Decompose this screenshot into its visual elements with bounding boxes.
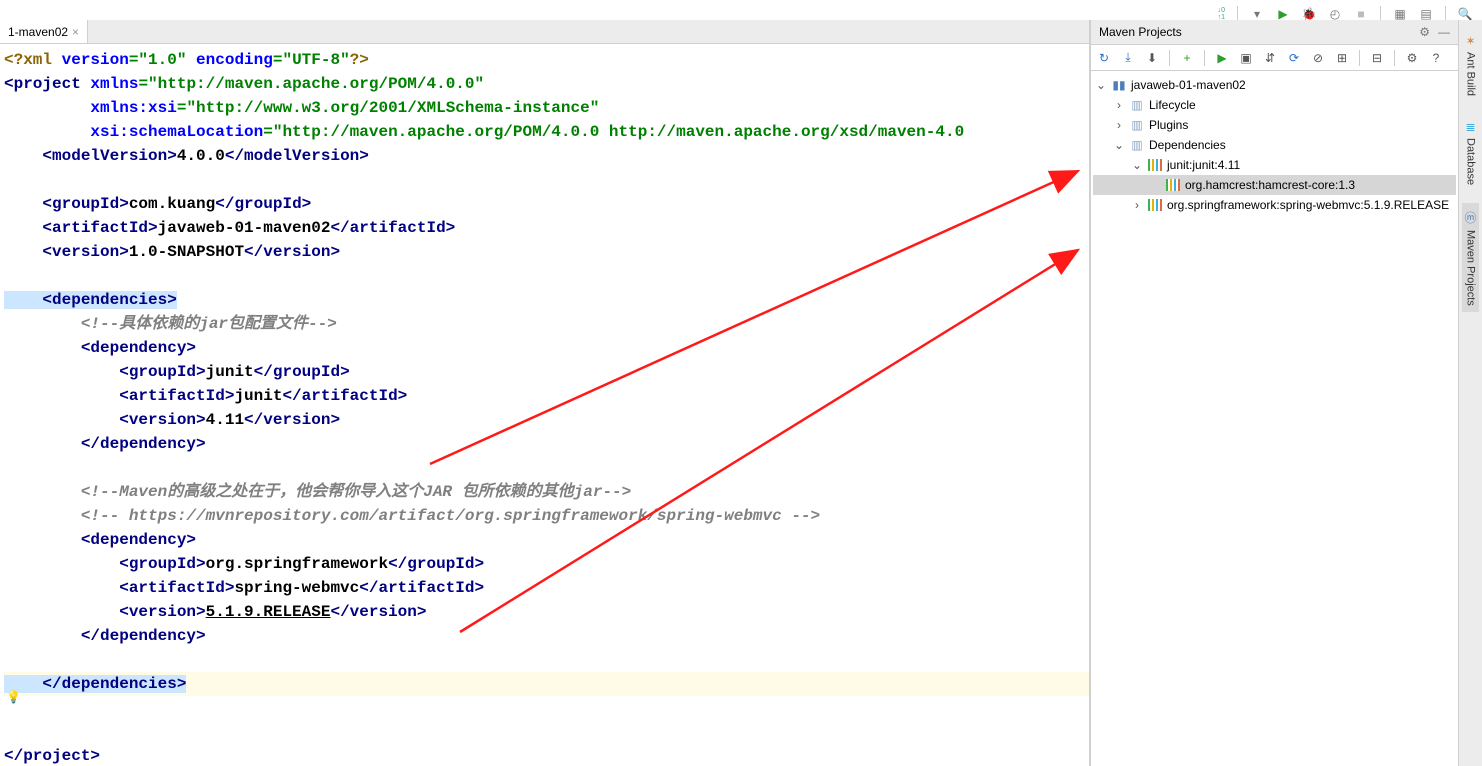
dep-label: junit:junit:4.11 — [1167, 158, 1240, 172]
maven-projects-panel: Maven Projects ⚙ — ↻ ⤓ ⬇ + ▶ ▣ ⇵ ⟳ ⊘ ⊞ ⊟… — [1090, 20, 1458, 766]
run-maven-icon[interactable]: ▶ — [1213, 49, 1231, 67]
folder-icon: ▥ — [1129, 117, 1145, 133]
right-tool-rail: ✶ Ant Build ≣ Database ⓜ Maven Projects — [1458, 20, 1482, 766]
dependencies-label: Dependencies — [1149, 138, 1226, 152]
tree-plugins-row[interactable]: › ▥ Plugins — [1093, 115, 1456, 135]
ant-build-tab[interactable]: ✶ Ant Build — [1463, 28, 1479, 102]
intention-bulb-icon[interactable]: 💡 — [6, 690, 20, 704]
plugins-label: Plugins — [1149, 118, 1188, 132]
maven-projects-tab[interactable]: ⓜ Maven Projects — [1462, 203, 1478, 312]
database-tab[interactable]: ≣ Database — [1463, 114, 1479, 191]
tree-dependencies-row[interactable]: ⌄ ▥ Dependencies — [1093, 135, 1456, 155]
separator — [1204, 50, 1205, 66]
download-icon[interactable]: ⬇ — [1143, 49, 1161, 67]
folder-icon: ▥ — [1129, 97, 1145, 113]
module-label: javaweb-01-maven02 — [1131, 78, 1246, 92]
tab-label: 1-maven02 — [8, 25, 68, 39]
module-icon: ▮▮ — [1111, 77, 1127, 93]
stop-icon[interactable]: ■ — [1354, 7, 1368, 21]
maven-icon: ⓜ — [1464, 209, 1476, 226]
cycle-icon[interactable]: ⟳ — [1285, 49, 1303, 67]
separator — [1359, 50, 1360, 66]
panel-title: Maven Projects — [1099, 25, 1182, 39]
maven-tree[interactable]: ⌄ ▮▮ javaweb-01-maven02 › ▥ Lifecycle › … — [1091, 71, 1458, 766]
gear-icon[interactable]: ⚙ — [1419, 25, 1430, 39]
vcs-changes-indicator[interactable]: ↓0↑1 — [1218, 7, 1225, 21]
chevron-right-icon[interactable]: › — [1113, 98, 1125, 112]
dependency-icon — [1165, 177, 1181, 193]
dependencies-open-tag: <dependencies> — [4, 291, 177, 309]
dep-label: org.springframework:spring-webmvc:5.1.9.… — [1167, 198, 1449, 212]
settings-icon[interactable]: ⚙ — [1403, 49, 1421, 67]
editor-tab[interactable]: 1-maven02 × — [0, 20, 88, 43]
tree-dep-hamcrest-row[interactable]: org.hamcrest:hamcrest-core:1.3 — [1093, 175, 1456, 195]
layout-icon[interactable]: ▦ — [1393, 7, 1407, 21]
tree-module-row[interactable]: ⌄ ▮▮ javaweb-01-maven02 — [1093, 75, 1456, 95]
toggle-skip-tests-icon[interactable]: ⇵ — [1261, 49, 1279, 67]
chevron-down-icon[interactable]: ⌄ — [1095, 78, 1107, 92]
dependency-icon — [1147, 197, 1163, 213]
collapse-all-icon[interactable]: ⊟ — [1368, 49, 1386, 67]
search-icon[interactable]: 🔍 — [1458, 7, 1472, 21]
tree-dep-junit-row[interactable]: ⌄ junit:junit:4.11 — [1093, 155, 1456, 175]
dependency-icon — [1147, 157, 1163, 173]
tree-dep-spring-row[interactable]: › org.springframework:spring-webmvc:5.1.… — [1093, 195, 1456, 215]
chevron-right-icon[interactable]: › — [1131, 198, 1143, 212]
maven-toolbar: ↻ ⤓ ⬇ + ▶ ▣ ⇵ ⟳ ⊘ ⊞ ⊟ ⚙ ? — [1091, 45, 1458, 71]
coverage-icon[interactable]: ◴ — [1328, 7, 1342, 21]
execute-goal-icon[interactable]: ▣ — [1237, 49, 1255, 67]
code-editor[interactable]: <?xml version="1.0" encoding="UTF-8"?> <… — [0, 44, 1089, 766]
add-project-icon[interactable]: + — [1178, 49, 1196, 67]
separator — [1169, 50, 1170, 66]
reimport-icon[interactable]: ↻ — [1095, 49, 1113, 67]
generate-sources-icon[interactable]: ⤓ — [1119, 49, 1137, 67]
dep-label: org.hamcrest:hamcrest-core:1.3 — [1185, 178, 1355, 192]
offline-icon[interactable]: ⊘ — [1309, 49, 1327, 67]
dependencies-close-tag: </dependencies> — [4, 675, 186, 693]
chevron-right-icon[interactable]: › — [1113, 118, 1125, 132]
close-icon[interactable]: × — [72, 25, 79, 39]
lifecycle-label: Lifecycle — [1149, 98, 1196, 112]
help-icon[interactable]: ? — [1427, 49, 1445, 67]
structure-icon[interactable]: ▤ — [1419, 7, 1433, 21]
editor-column: 1-maven02 × <?xml version="1.0" encoding… — [0, 20, 1090, 766]
tree-lifecycle-row[interactable]: › ▥ Lifecycle — [1093, 95, 1456, 115]
debug-icon[interactable]: 🐞 — [1302, 7, 1316, 21]
chevron-down-icon[interactable]: ⌄ — [1131, 158, 1143, 172]
separator — [1394, 50, 1395, 66]
minimize-icon[interactable]: — — [1438, 25, 1450, 39]
chevron-down-icon[interactable]: ▾ — [1250, 7, 1264, 21]
show-deps-icon[interactable]: ⊞ — [1333, 49, 1351, 67]
database-icon: ≣ — [1465, 120, 1475, 134]
run-icon[interactable]: ▶ — [1276, 7, 1290, 21]
chevron-down-icon[interactable]: ⌄ — [1113, 138, 1125, 152]
folder-icon: ▥ — [1129, 137, 1145, 153]
ant-icon: ✶ — [1465, 34, 1475, 48]
panel-title-bar: Maven Projects ⚙ — — [1091, 20, 1458, 45]
editor-tabbar: 1-maven02 × — [0, 20, 1089, 44]
